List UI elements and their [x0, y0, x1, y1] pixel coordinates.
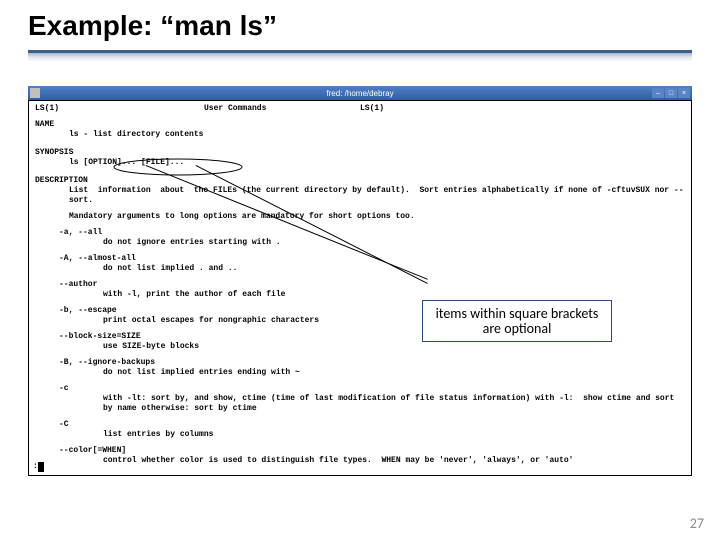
- option-5: -B, --ignore-backupsdo not list implied …: [35, 358, 685, 378]
- opt-tag: -C: [59, 420, 685, 430]
- window-controls: – □ ×: [652, 88, 690, 98]
- opt-desc: do not list implied entries ending with …: [59, 368, 685, 378]
- page-number: 27: [690, 515, 704, 532]
- window-title: fred: /home/debray: [326, 89, 393, 98]
- opt-desc: do not list implied . and ..: [59, 264, 685, 274]
- manpage-header: LS(1) User Commands LS(1): [35, 104, 685, 114]
- window-title-bar[interactable]: fred: /home/debray – □ ×: [28, 86, 692, 100]
- opt-desc: use SIZE-byte blocks: [59, 342, 685, 352]
- terminal-window: fred: /home/debray – □ × LS(1) User Comm…: [28, 86, 692, 476]
- callout-text: items within square brackets are optiona…: [429, 306, 605, 337]
- heading-synopsis: SYNOPSIS: [35, 148, 685, 158]
- section-description: DESCRIPTION List information about the F…: [35, 176, 685, 222]
- option-8: --color[=WHEN]control whether color is u…: [35, 446, 685, 466]
- opt-tag: --color[=WHEN]: [59, 446, 685, 456]
- desc-para1: List information about the FILEs (the cu…: [35, 186, 685, 206]
- option-2: --authorwith -l, print the author of eac…: [35, 280, 685, 300]
- opt-desc: with -l, print the author of each file: [59, 290, 685, 300]
- window-icon: [30, 88, 40, 98]
- option-7: -Clist entries by columns: [35, 420, 685, 440]
- callout-box: items within square brackets are optiona…: [422, 300, 612, 342]
- option-0: -a, --alldo not ignore entries starting …: [35, 228, 685, 248]
- title-rule: [28, 50, 692, 64]
- maximize-button[interactable]: □: [665, 88, 677, 98]
- opt-desc: control whether color is used to disting…: [59, 456, 685, 466]
- pager-prompt: :: [33, 462, 44, 472]
- name-line: ls - list directory contents: [35, 130, 685, 140]
- opt-desc: with -lt: sort by, and show, ctime (time…: [59, 394, 685, 414]
- option-6: -cwith -lt: sort by, and show, ctime (ti…: [35, 384, 685, 414]
- synopsis-line: ls [OPTION]... [FILE]...: [35, 158, 685, 168]
- terminal-body: LS(1) User Commands LS(1) NAME ls - list…: [28, 100, 692, 476]
- slide-title: Example: “man ls”: [0, 0, 720, 42]
- opt-tag: -a, --all: [59, 228, 685, 238]
- section-synopsis: SYNOPSIS ls [OPTION]... [FILE]...: [35, 148, 685, 168]
- opt-tag: -B, --ignore-backups: [59, 358, 685, 368]
- hdr-center: User Commands: [204, 104, 360, 114]
- desc-para2: Mandatory arguments to long options are …: [35, 212, 685, 222]
- opt-desc: list entries by columns: [59, 430, 685, 440]
- close-button[interactable]: ×: [678, 88, 690, 98]
- section-name: NAME ls - list directory contents: [35, 120, 685, 140]
- opt-tag: --author: [59, 280, 685, 290]
- hdr-left: LS(1): [35, 104, 204, 114]
- opt-tag: -c: [59, 384, 685, 394]
- opt-desc: do not ignore entries starting with .: [59, 238, 685, 248]
- minimize-button[interactable]: –: [652, 88, 664, 98]
- heading-description: DESCRIPTION: [35, 176, 685, 186]
- hdr-right: LS(1): [360, 104, 516, 114]
- option-1: -A, --almost-alldo not list implied . an…: [35, 254, 685, 274]
- heading-name: NAME: [35, 120, 685, 130]
- cursor-block-icon: [38, 462, 44, 472]
